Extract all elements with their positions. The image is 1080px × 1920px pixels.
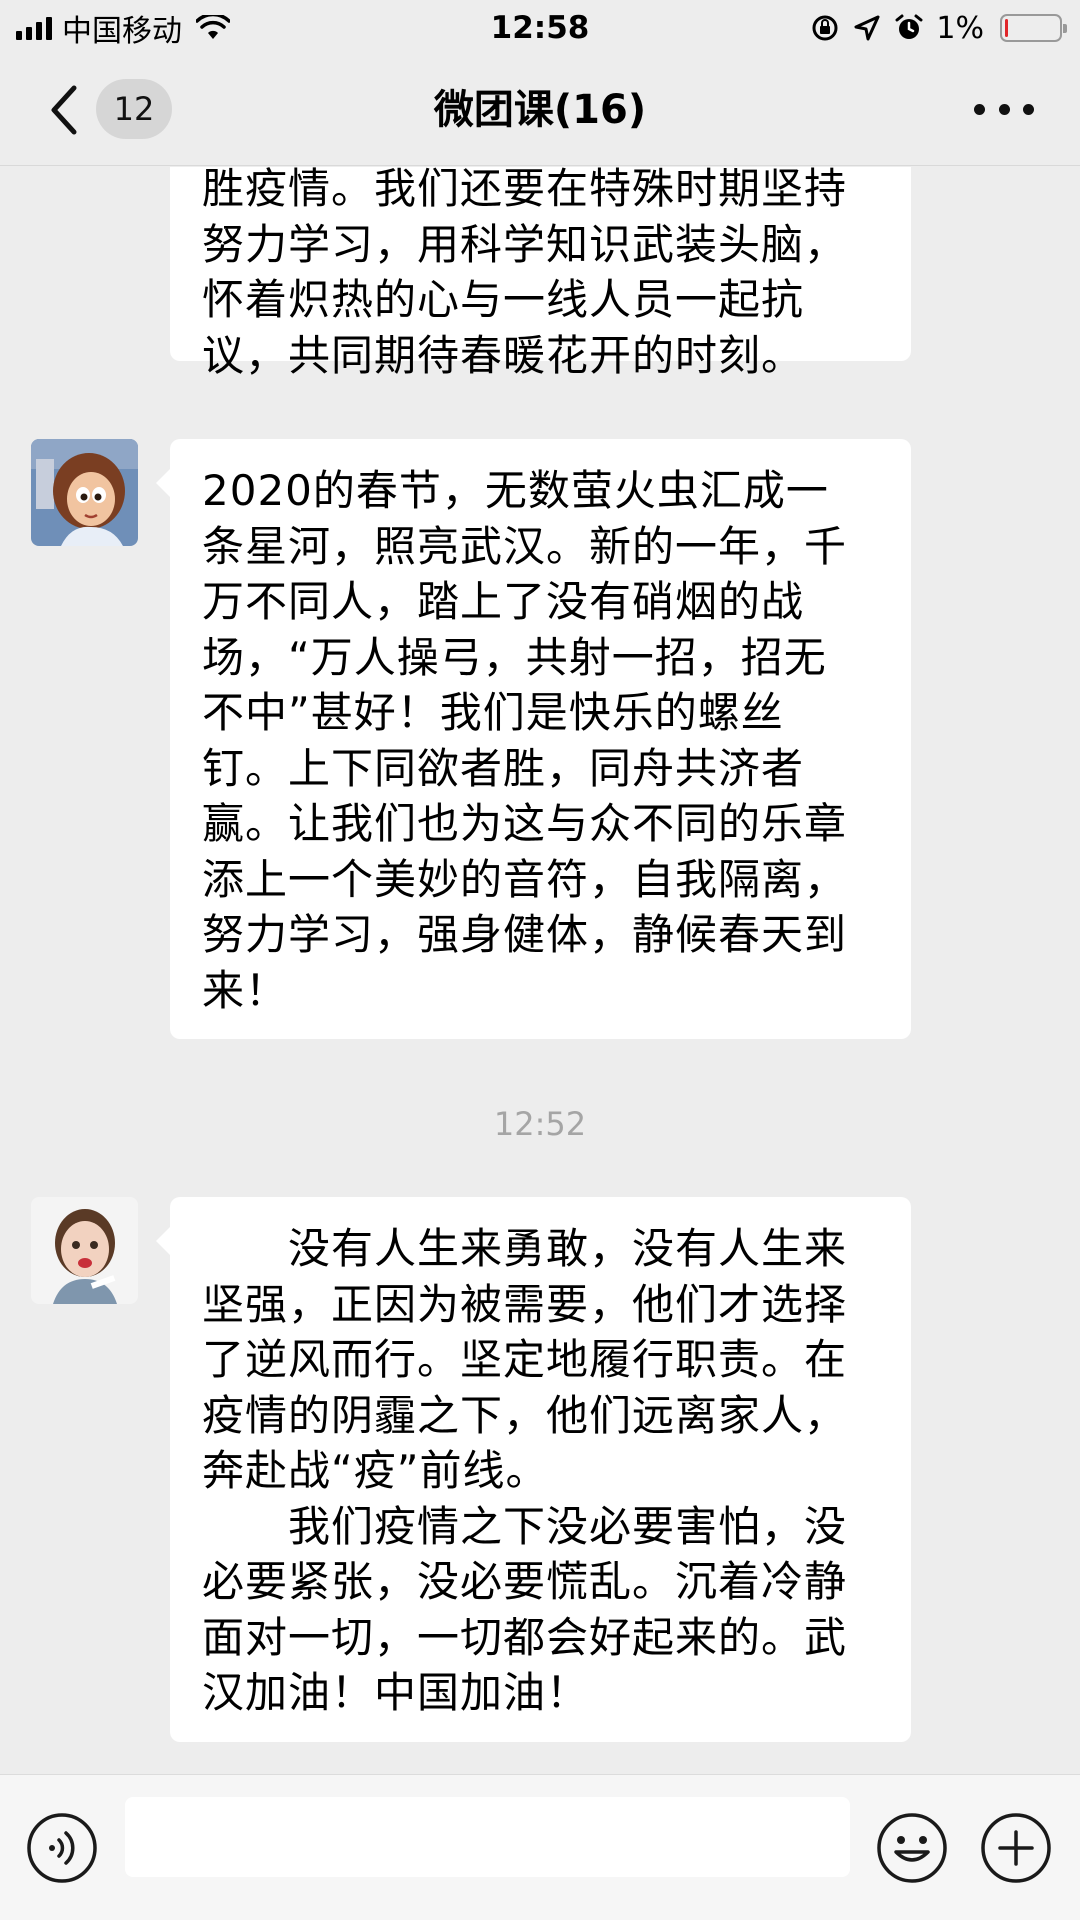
chat-message-list[interactable]: 胜疫情。我们还要在特殊时期坚持 努力学习，用科学知识武装头脑， 怀着炽热的心与一…	[0, 167, 1080, 1774]
message-bubble[interactable]: 2020的春节，无数萤火虫汇成一 条星河，照亮武汉。新的一年，千 万不同人，踏上…	[156, 439, 911, 1039]
alarm-icon	[895, 14, 923, 39]
message-input[interactable]	[125, 1797, 850, 1877]
orientation-lock-icon	[812, 15, 838, 41]
child-photo-avatar[interactable]	[31, 1197, 138, 1304]
message-input-bar	[0, 1774, 1080, 1920]
message-bubble[interactable]: 胜疫情。我们还要在特殊时期坚持 努力学习，用科学知识武装头脑， 怀着炽热的心与一…	[170, 167, 911, 380]
message-timestamp: 12:52	[493, 1105, 587, 1143]
status-bar: 中国移动 12:58 1%	[0, 0, 1080, 54]
more-icon[interactable]	[974, 94, 1034, 124]
voice-icon[interactable]	[26, 1812, 98, 1884]
chat-title: 微团课(16)	[433, 87, 647, 133]
cartoon-girl-avatar[interactable]	[31, 439, 138, 546]
battery-fill	[1005, 19, 1008, 37]
message-bubble[interactable]: 没有人生来勇敢，没有人生来 坚强，正因为被需要，他们才选择 了逆风而行。坚定地履…	[156, 1197, 911, 1742]
nav-bar: 12 微团课(16)	[0, 54, 1080, 166]
location-icon	[854, 15, 880, 41]
status-right: 1%	[810, 8, 1067, 48]
emoji-icon[interactable]	[876, 1812, 948, 1884]
battery-percent: 1%	[936, 10, 984, 46]
battery-icon	[1000, 14, 1067, 42]
plus-icon[interactable]	[980, 1812, 1052, 1884]
